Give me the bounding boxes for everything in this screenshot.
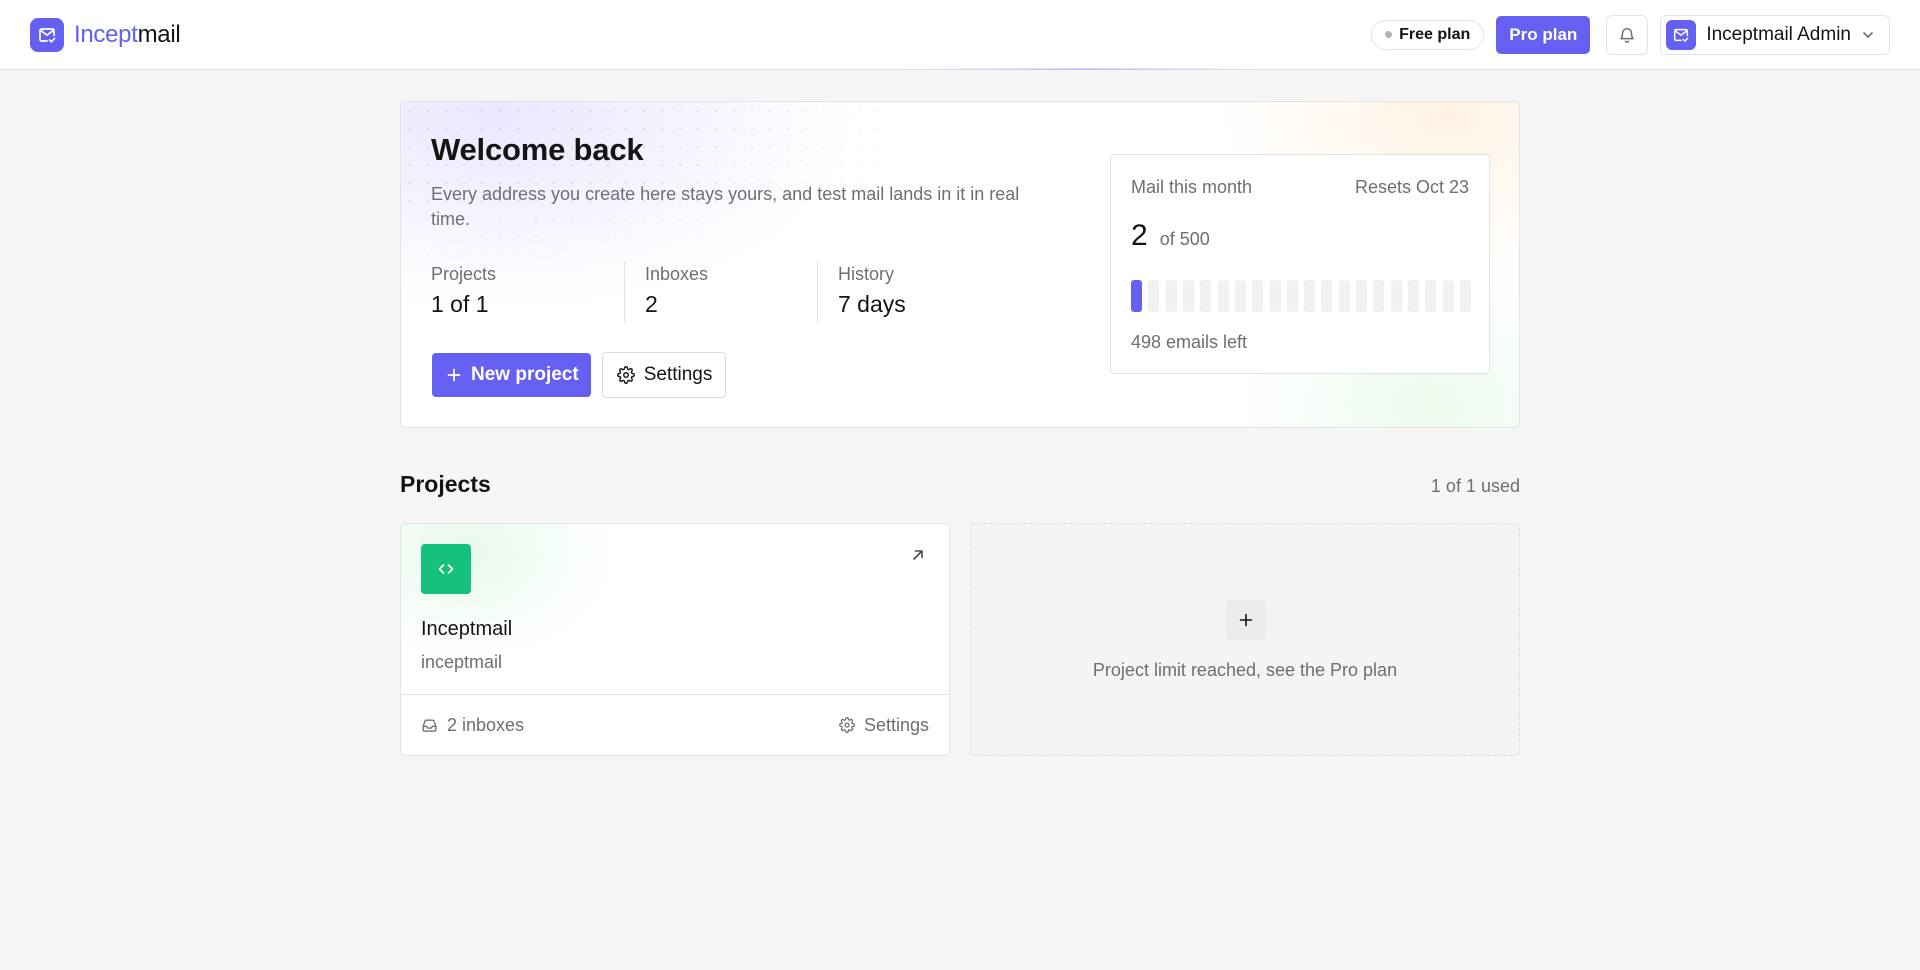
usage-meter-segment	[1252, 280, 1264, 312]
usage-meter-segment	[1182, 280, 1194, 312]
projects-heading: Projects	[400, 471, 491, 497]
hero-actions: New project Settings	[432, 352, 727, 398]
stat-value: 1 of 1	[431, 291, 489, 317]
usage-count-value: 2	[1131, 219, 1148, 252]
project-card[interactable]: Inceptmail inceptmail 2 inboxes Settings	[400, 523, 950, 756]
settings-button[interactable]: Settings	[601, 352, 727, 398]
project-slug: inceptmail	[421, 652, 503, 672]
stat-label: Inboxes	[645, 264, 709, 284]
stats-row: Projects 1 of 1 Inboxes 2 History 7 days	[431, 261, 1010, 323]
usage-meter-segment-filled	[1131, 280, 1142, 312]
usage-meter-segment	[1217, 280, 1229, 312]
stat-projects: Projects 1 of 1	[431, 261, 624, 323]
usage-meter-segment	[1373, 280, 1385, 312]
pro-plan-button[interactable]: Pro plan	[1496, 15, 1591, 54]
project-limit-card[interactable]: Project limit reached, see the Pro plan	[970, 523, 1520, 756]
mail-usage-card: Mail this month Resets Oct 23 2 of 500 4…	[1110, 154, 1490, 374]
project-inboxes-label: 2 inboxes	[447, 714, 525, 735]
usage-count: 2 of 500	[1131, 219, 1210, 253]
usage-reset-date: Resets Oct 23	[1354, 177, 1469, 197]
usage-meter-segment	[1200, 280, 1212, 312]
usage-count-limit: of 500	[1159, 229, 1210, 249]
top-bar: Inceptmail Free plan Pro plan Inceptmail…	[0, 0, 1920, 70]
usage-remaining: 498 emails left	[1131, 332, 1248, 352]
usage-meter-segment	[1442, 280, 1454, 312]
stat-history: History 7 days	[817, 261, 1010, 323]
brand[interactable]: Inceptmail	[30, 17, 181, 52]
usage-meter-segment	[1356, 280, 1368, 312]
usage-meter-segment	[1234, 280, 1246, 312]
welcome-panel: Welcome back Every address you create he…	[400, 101, 1520, 428]
stat-value: 2	[645, 291, 658, 317]
project-card-footer: 2 inboxes Settings	[401, 694, 949, 755]
free-plan-badge: Free plan	[1371, 19, 1485, 50]
page-title: Welcome back	[431, 132, 644, 167]
brand-name-rest: mail	[137, 20, 181, 48]
project-name[interactable]: Inceptmail	[421, 618, 512, 641]
stat-value: 7 days	[838, 291, 906, 317]
usage-meter-segment	[1408, 280, 1420, 312]
usage-meter-segment	[1286, 280, 1298, 312]
usage-meter-segment	[1165, 280, 1177, 312]
usage-meter-segment	[1338, 280, 1350, 312]
chevron-down-icon	[1863, 31, 1873, 38]
notifications-button[interactable]	[1606, 14, 1649, 55]
free-plan-label: Free plan	[1399, 25, 1471, 43]
usage-meter-segment	[1321, 280, 1333, 312]
account-menu[interactable]: Inceptmail Admin	[1660, 14, 1890, 55]
settings-label: Settings	[643, 364, 713, 385]
gear-icon	[616, 366, 635, 384]
project-limit-message: Project limit reached, see the Pro plan	[1092, 660, 1398, 680]
projects-usage-count: 1 of 1 used	[1430, 476, 1520, 496]
usage-meter-segment	[1390, 280, 1402, 312]
usage-meter-segment	[1148, 280, 1160, 312]
plus-icon	[1226, 600, 1266, 640]
brand-name: Inceptmail	[74, 20, 181, 49]
usage-meter	[1131, 280, 1471, 312]
project-icon	[421, 544, 471, 594]
welcome-subtitle: Every address you create here stays your…	[431, 184, 1020, 229]
mail-check-icon	[1674, 28, 1689, 42]
project-settings-label: Settings	[863, 714, 929, 735]
stat-label: History	[838, 264, 895, 284]
project-inboxes[interactable]: 2 inboxes	[421, 715, 524, 736]
new-project-label: New project	[471, 364, 579, 385]
stat-inboxes: Inboxes 2	[624, 261, 817, 323]
inbox-icon	[422, 719, 437, 732]
stat-label: Projects	[431, 264, 497, 284]
usage-meter-segment	[1460, 280, 1471, 312]
bell-icon	[1620, 27, 1635, 43]
status-dot	[1385, 31, 1393, 38]
usage-title: Mail this month	[1131, 177, 1253, 197]
usage-header: Mail this month Resets Oct 23	[1131, 177, 1469, 198]
project-settings-link[interactable]: Settings	[839, 715, 929, 736]
plus-icon	[447, 368, 461, 382]
usage-meter-segment	[1425, 280, 1437, 312]
usage-meter-segment	[1304, 280, 1316, 312]
gear-icon	[839, 717, 855, 733]
arrow-up-right-icon[interactable]	[909, 546, 927, 564]
new-project-button[interactable]: New project	[432, 353, 591, 397]
top-right-actions: Free plan Pro plan Inceptmail Admin	[1371, 14, 1890, 55]
account-avatar	[1666, 19, 1697, 50]
account-name: Inceptmail Admin	[1706, 23, 1851, 45]
mail-check-icon	[30, 17, 64, 52]
brand-name-accent: Incept	[74, 20, 138, 48]
code-icon	[438, 564, 454, 574]
usage-meter-segment	[1269, 280, 1281, 312]
